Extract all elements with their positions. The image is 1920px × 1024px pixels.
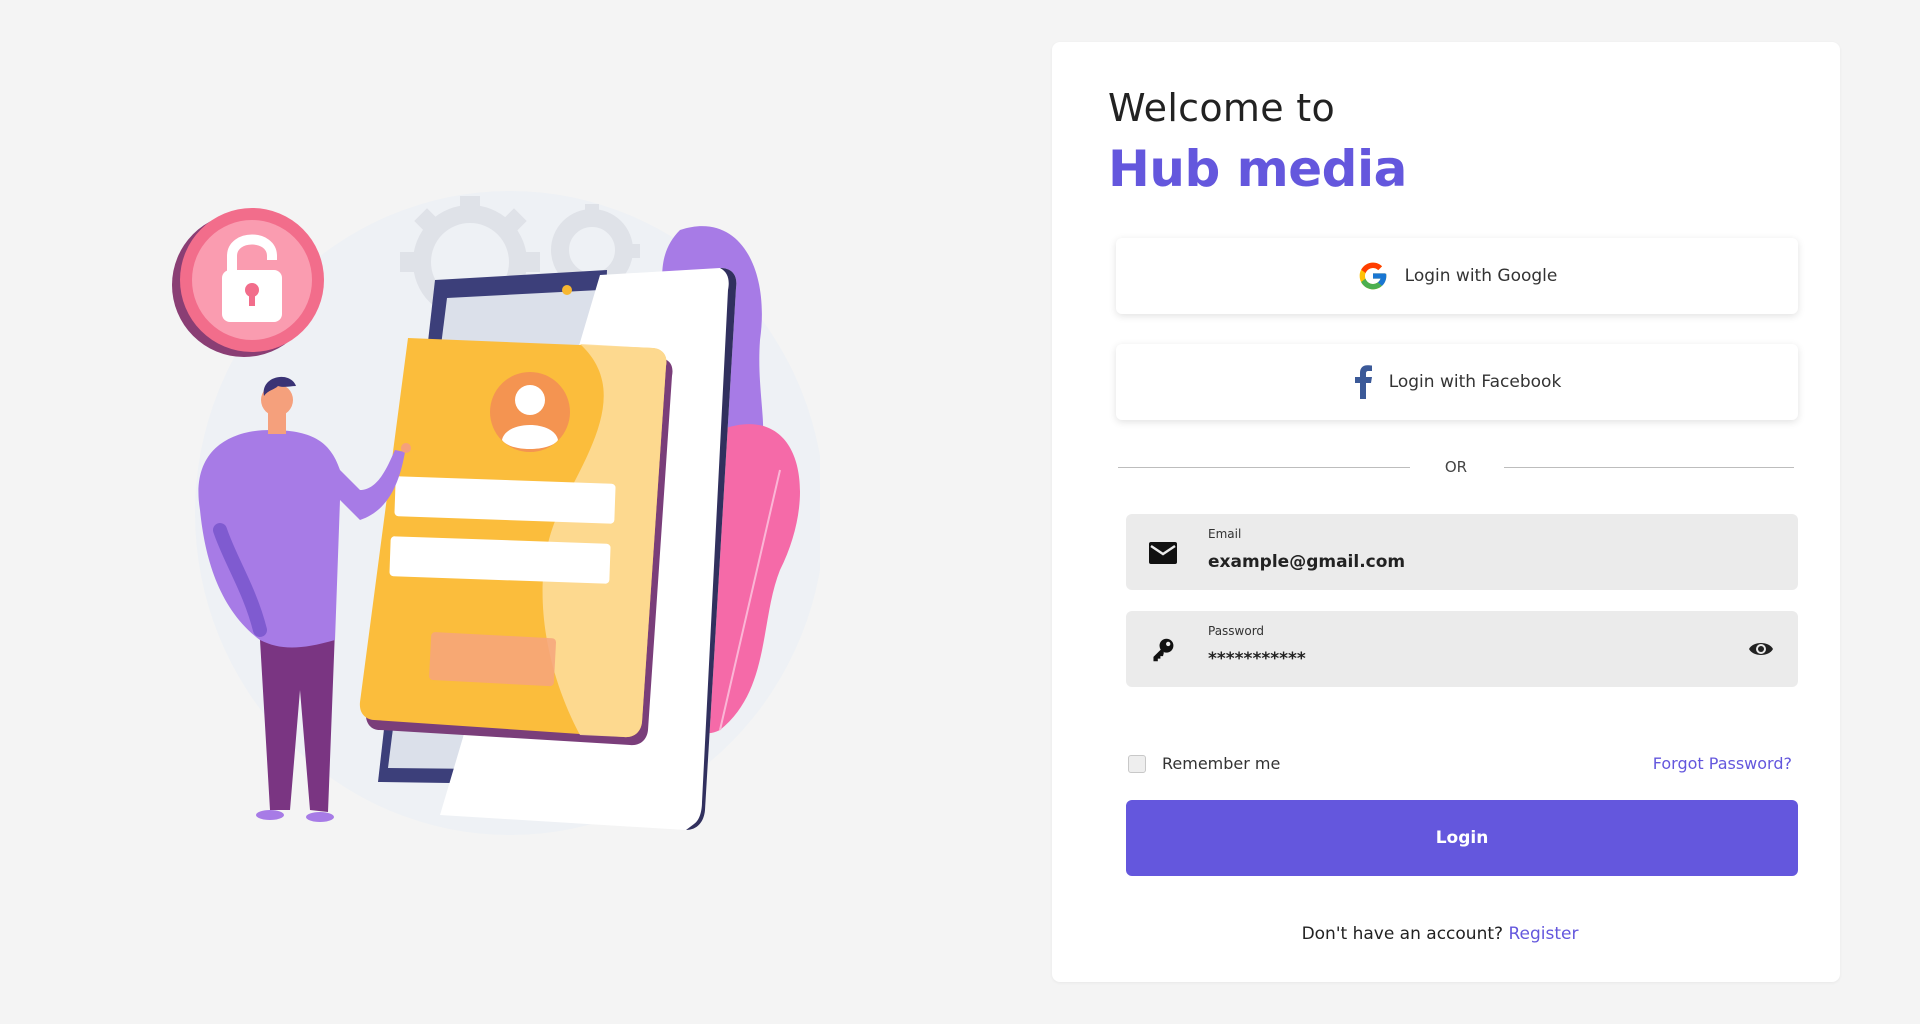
facebook-icon [1354,365,1372,399]
password-field[interactable]: Password [1126,611,1798,687]
eye-icon[interactable] [1748,639,1774,659]
register-prompt: Don't have an account? [1301,924,1504,944]
divider-line-right [1504,467,1794,468]
key-icon [1153,638,1174,662]
login-facebook-label: Login with Facebook [1388,372,1562,392]
email-input[interactable] [1208,552,1728,572]
login-illustration [160,190,820,850]
login-card: Welcome to Hub media Login with Google L… [1052,42,1840,982]
register-row: Don't have an account? Register [1052,924,1840,944]
register-link[interactable]: Register [1508,924,1578,944]
email-label: Email [1208,527,1242,541]
login-facebook-button[interactable]: Login with Facebook [1116,344,1798,420]
login-google-button[interactable]: Login with Google [1116,238,1798,314]
phone-security-illustration [172,191,820,835]
mail-icon [1149,542,1177,564]
login-google-label: Login with Google [1404,266,1558,286]
password-label: Password [1208,624,1265,638]
login-button[interactable]: Login [1126,800,1798,876]
remember-label: Remember me [1162,754,1281,773]
brand-title: Hub media [1108,140,1407,198]
login-page: Welcome to Hub media Login with Google L… [0,0,1920,1024]
forgot-password-link[interactable]: Forgot Password? [1653,754,1792,773]
remember-checkbox[interactable] [1128,754,1146,773]
email-field[interactable]: Email [1126,514,1798,590]
google-icon [1359,262,1386,290]
welcome-heading: Welcome to [1108,86,1336,130]
remember-me[interactable]: Remember me [1128,754,1280,773]
password-input[interactable] [1208,649,1728,669]
or-divider: OR [1118,458,1794,478]
